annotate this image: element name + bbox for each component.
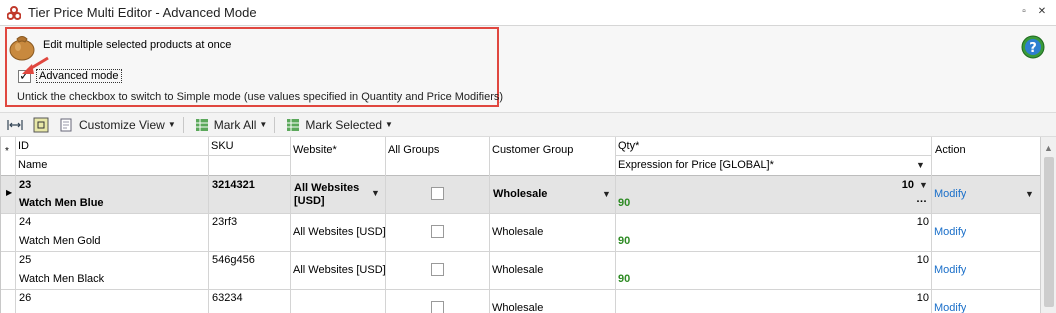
modify-action[interactable]: Modify — [934, 226, 966, 238]
column-divider — [208, 137, 209, 313]
info-panel: Edit multiple selected products at once … — [0, 26, 1056, 112]
col-header-website[interactable]: Website* — [293, 144, 337, 156]
modify-action[interactable]: Modify — [934, 264, 966, 276]
modify-action[interactable]: Modify — [934, 188, 966, 200]
scroll-up-icon[interactable]: ▲ — [1044, 143, 1053, 153]
grid-icon — [287, 118, 300, 131]
column-divider — [385, 137, 386, 313]
row-divider — [1, 289, 1040, 290]
website-select[interactable]: All Websites [USD] — [294, 182, 366, 208]
app-logo-icon — [6, 5, 22, 21]
toolbar-divider — [182, 116, 184, 133]
cell-customer-group[interactable]: Wholesale — [492, 302, 543, 313]
modify-action[interactable]: Modify — [934, 302, 966, 313]
scrollbar-thumb[interactable] — [1044, 157, 1054, 307]
cell-qty[interactable]: 10 — [896, 254, 929, 266]
restore-icon[interactable]: ▫ — [1018, 6, 1030, 18]
col-header-action[interactable]: Action — [935, 144, 966, 156]
chevron-down-icon[interactable]: ▼ — [916, 160, 925, 170]
row-divider — [1, 213, 1040, 214]
fit-columns-icon[interactable] — [4, 115, 26, 135]
cell-name: Watch Men Black — [19, 273, 105, 285]
mode-hint: Untick the checkbox to switch to Simple … — [17, 91, 504, 103]
col-header-all-groups[interactable]: All Groups — [388, 144, 439, 156]
all-groups-checkbox[interactable] — [431, 187, 444, 200]
ellipsis-button[interactable]: … — [916, 193, 927, 205]
grid-icon — [195, 118, 208, 131]
cell-qty[interactable]: 10 — [896, 216, 929, 228]
cell-id: 23 — [19, 179, 32, 191]
column-divider — [489, 137, 490, 313]
cell-qty[interactable]: 10 — [896, 292, 929, 304]
close-icon[interactable]: ✕ — [1036, 6, 1048, 18]
column-divider — [931, 137, 932, 313]
document-icon — [60, 118, 72, 131]
cell-name: Watch Men Blue — [19, 197, 104, 209]
cell-qty[interactable]: 10 — [881, 179, 914, 191]
row-divider — [1, 251, 1040, 252]
column-divider — [15, 137, 16, 313]
row-indicator-star: * — [5, 146, 9, 157]
row-pointer-icon: ▶ — [6, 188, 13, 197]
customize-view-label: Customize View — [79, 117, 165, 132]
cell-id: 26 — [19, 292, 32, 304]
customize-view-button[interactable]: Customize View ▼ — [56, 115, 179, 135]
col-header-customer-group[interactable]: Customer Group — [492, 144, 573, 156]
vertical-scrollbar[interactable]: ▲ — [1040, 137, 1056, 313]
cell-price[interactable]: 90 — [618, 235, 630, 247]
column-divider — [290, 137, 291, 313]
red-arrow-icon — [22, 56, 49, 74]
col-header-id[interactable]: ID — [18, 140, 29, 152]
cell-name: Watch Men Gold — [19, 235, 101, 247]
cell-sku: 63234 — [212, 292, 243, 304]
cell-customer-group[interactable]: Wholesale — [492, 226, 543, 238]
col-header-sku[interactable]: SKU — [211, 140, 234, 152]
cell-sku: 3214321 — [212, 179, 255, 191]
chevron-down-icon[interactable]: ▼ — [919, 180, 928, 190]
col-header-qty[interactable]: Qty* — [618, 140, 639, 152]
chevron-down-icon[interactable]: ▼ — [1025, 189, 1034, 199]
col-header-expression[interactable]: Expression for Price [GLOBAL]* — [618, 159, 774, 171]
header-divider — [615, 155, 931, 156]
toolbar: Customize View ▼ Mark All ▼ Mark Selecte… — [0, 112, 1056, 137]
cell-id: 25 — [19, 254, 32, 266]
cell-website[interactable]: All Websites [USD] — [293, 226, 386, 238]
info-title: Edit multiple selected products at once — [43, 39, 232, 51]
help-icon[interactable]: ? — [1020, 34, 1046, 60]
customer-group-select[interactable]: Wholesale — [493, 188, 547, 200]
cell-id: 24 — [19, 216, 32, 228]
window-title: Tier Price Multi Editor - Advanced Mode — [28, 5, 257, 20]
chevron-down-icon[interactable]: ▼ — [602, 189, 611, 199]
mark-selected-label: Mark Selected — [305, 117, 383, 132]
all-groups-checkbox[interactable] — [431, 301, 444, 313]
cell-sku: 23rf3 — [212, 216, 238, 228]
toolbar-divider — [274, 116, 276, 133]
cell-price[interactable]: 90 — [618, 197, 630, 209]
chevron-down-icon: ▼ — [259, 120, 268, 129]
chevron-down-icon: ▼ — [167, 120, 176, 129]
cell-sku: 546g456 — [212, 254, 255, 266]
header-divider — [15, 155, 291, 156]
all-groups-checkbox[interactable] — [431, 263, 444, 276]
chevron-down-icon: ▼ — [385, 120, 393, 129]
select-icon[interactable] — [30, 115, 52, 135]
cell-price[interactable]: 90 — [618, 273, 630, 285]
title-bar: Tier Price Multi Editor - Advanced Mode … — [0, 0, 1056, 26]
all-groups-checkbox[interactable] — [431, 225, 444, 238]
mark-all-button[interactable]: Mark All ▼ — [192, 115, 271, 135]
col-header-name[interactable]: Name — [18, 159, 47, 171]
mark-selected-button[interactable]: Mark Selected ▼ — [283, 115, 396, 135]
column-divider — [615, 137, 616, 313]
tier-price-grid: * ID Name SKU Website* All Groups Custom… — [0, 137, 1040, 313]
cell-website[interactable]: All Websites [USD] — [293, 264, 386, 276]
chevron-down-icon[interactable]: ▼ — [371, 188, 380, 198]
cell-customer-group[interactable]: Wholesale — [492, 264, 543, 276]
mark-all-label: Mark All — [213, 117, 257, 132]
svg-text:?: ? — [1029, 41, 1037, 56]
